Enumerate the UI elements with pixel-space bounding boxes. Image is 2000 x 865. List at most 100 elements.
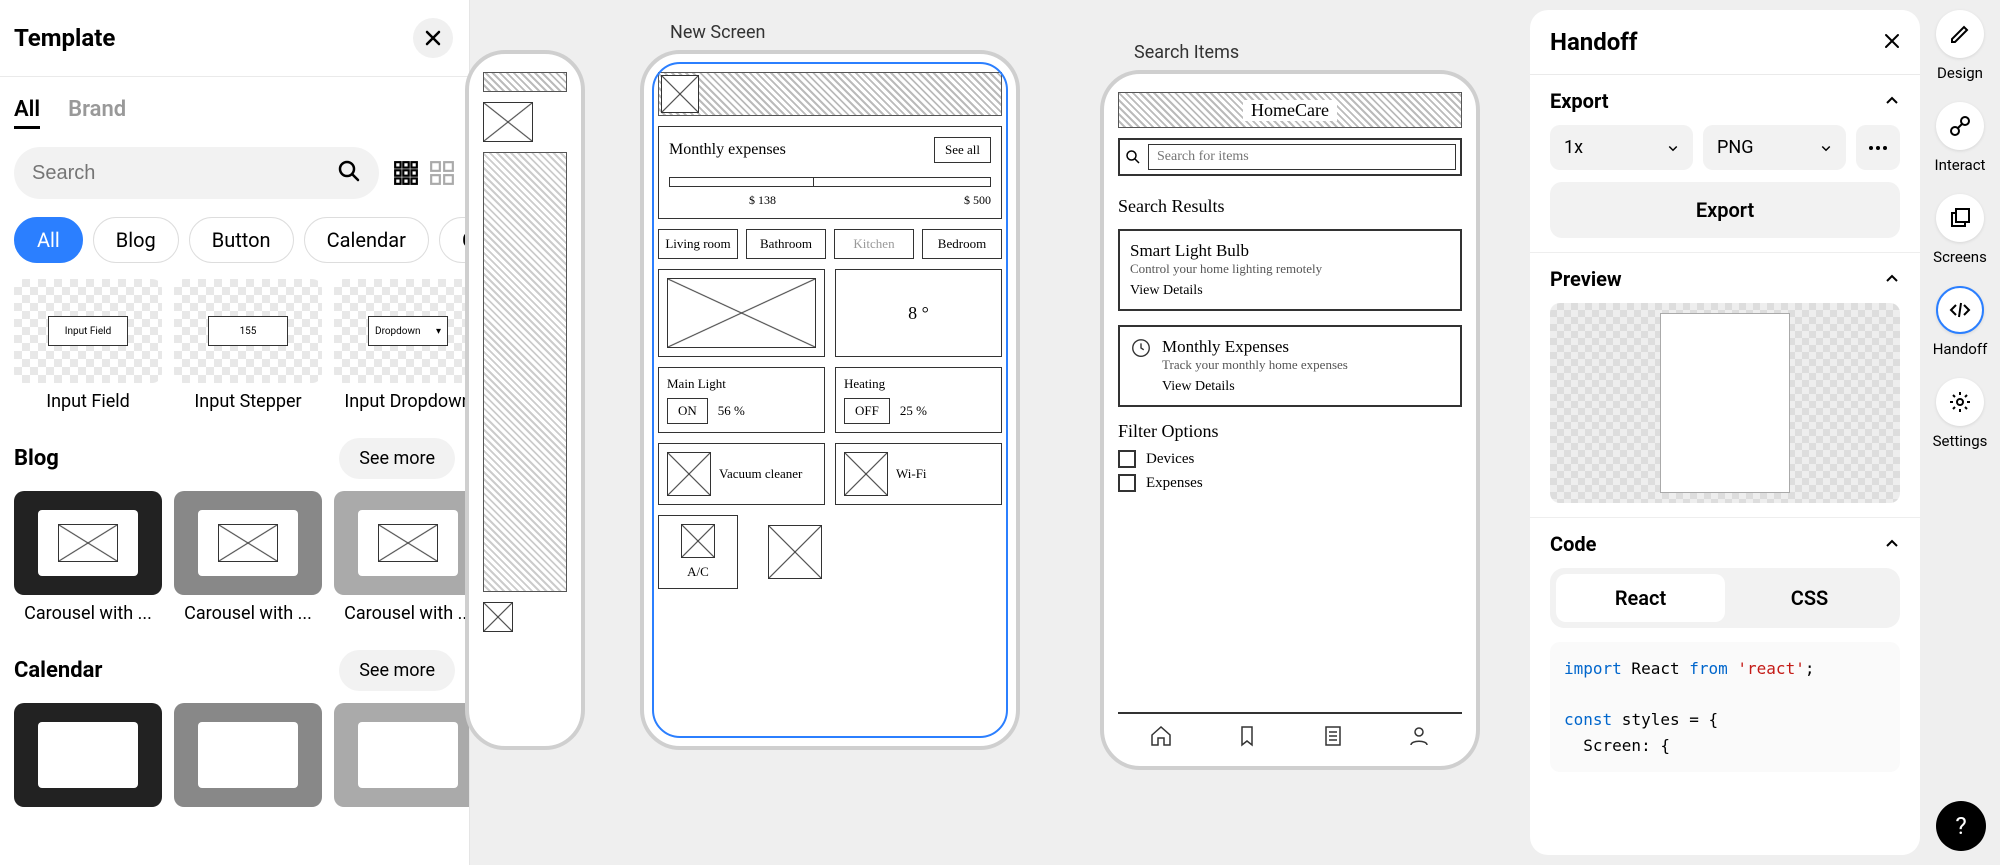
toolbar-settings[interactable]: Settings <box>1933 378 1988 450</box>
view-toggles <box>393 160 455 186</box>
see-more-calendar[interactable]: See more <box>339 650 455 691</box>
off-button[interactable]: OFF <box>844 398 890 424</box>
grid-large-icon[interactable] <box>429 160 455 186</box>
help-button[interactable]: ? <box>1936 801 1986 851</box>
template-input-stepper[interactable]: 155 Input Stepper <box>174 279 322 412</box>
chevron-up-icon[interactable] <box>1884 93 1900 109</box>
tile-temp[interactable]: 8 ° <box>835 269 1002 357</box>
template-input-field[interactable]: Input Field Input Field <box>14 279 162 412</box>
tab-bedroom[interactable]: Bedroom <box>922 229 1002 259</box>
tile-vacuum[interactable]: Vacuum cleaner <box>658 443 825 505</box>
result-2[interactable]: Monthly Expenses Track your monthly home… <box>1118 325 1462 407</box>
search-field[interactable] <box>1148 144 1456 170</box>
tile-image[interactable] <box>658 269 825 357</box>
tab-living[interactable]: Living room <box>658 229 738 259</box>
checkbox-icon[interactable] <box>1118 474 1136 492</box>
preview-title: Preview <box>1550 267 1622 291</box>
template-calendar-1[interactable] <box>14 703 162 807</box>
search-input-wrap[interactable] <box>14 147 379 199</box>
tab-all[interactable]: All <box>14 97 40 129</box>
tab-brand[interactable]: Brand <box>68 97 126 129</box>
tile-wifi[interactable]: Wi-Fi <box>835 443 1002 505</box>
search-input[interactable] <box>32 162 337 185</box>
value-1: $ 138 <box>749 193 776 208</box>
close-button[interactable] <box>413 18 453 58</box>
list-icon[interactable] <box>1321 724 1345 748</box>
tile-title: Heating <box>844 376 993 392</box>
chip-all[interactable]: All <box>14 217 83 263</box>
chevron-down-icon <box>1667 142 1679 154</box>
toolbar-interact[interactable]: Interact <box>1935 102 1986 174</box>
scale-select[interactable]: 1x <box>1550 125 1693 170</box>
tile-main-light[interactable]: Main Light ON 56 % <box>658 367 825 433</box>
on-button[interactable]: ON <box>667 398 708 424</box>
template-calendar-2[interactable] <box>174 703 322 807</box>
search-icon <box>1124 148 1142 166</box>
handoff-close[interactable] <box>1884 30 1900 54</box>
phone-search-items[interactable]: HomeCare Search Results Smart Light Bulb… <box>1100 70 1480 770</box>
close-icon <box>425 30 441 46</box>
screens-icon <box>1948 206 1972 230</box>
toolbar-screens[interactable]: Screens <box>1933 194 1987 266</box>
preview-section: Preview <box>1530 253 1920 518</box>
code-block[interactable]: import React from 'react'; const styles … <box>1550 642 1900 772</box>
tab-react[interactable]: React <box>1556 574 1725 622</box>
tile-ac[interactable]: A/C <box>658 515 738 589</box>
close-icon <box>1884 33 1900 49</box>
checkbox-icon[interactable] <box>1118 450 1136 468</box>
code-title: Code <box>1550 532 1596 556</box>
template-carousel-1[interactable]: Carousel with ... <box>14 491 162 624</box>
thumb-text: 155 <box>208 316 288 346</box>
chevron-up-icon[interactable] <box>1884 536 1900 552</box>
search-bar[interactable] <box>1118 138 1462 176</box>
tile-label: Vacuum cleaner <box>719 466 802 482</box>
more-button[interactable] <box>1856 125 1900 170</box>
export-button[interactable]: Export <box>1550 182 1900 238</box>
chevron-up-icon[interactable] <box>1884 271 1900 287</box>
template-calendar-3[interactable] <box>334 703 469 807</box>
tab-css[interactable]: CSS <box>1725 574 1894 622</box>
template-input-dropdown[interactable]: Dropdown▾ Input Dropdown <box>334 279 469 412</box>
tab-kitchen[interactable]: Kitchen <box>834 229 914 259</box>
result-1[interactable]: Smart Light Bulb Control your home light… <box>1118 229 1462 311</box>
chip-calendar[interactable]: Calendar <box>304 217 429 263</box>
see-more-blog[interactable]: See more <box>339 438 455 479</box>
result-title: Monthly Expenses <box>1162 337 1450 357</box>
handoff-panel: Handoff Export 1x PNG Export Preview <box>1530 10 1920 855</box>
home-icon[interactable] <box>1149 724 1173 748</box>
chip-blog[interactable]: Blog <box>93 217 179 263</box>
preview-image <box>1550 303 1900 503</box>
tab-bathroom[interactable]: Bathroom <box>746 229 826 259</box>
template-carousel-3[interactable]: Carousel with ... <box>334 491 469 624</box>
filter-devices[interactable]: Devices <box>1118 450 1462 468</box>
see-all-button[interactable]: See all <box>934 137 991 163</box>
room-tabs: Living room Bathroom Kitchen Bedroom <box>658 229 1002 259</box>
wf-card-title: Monthly expenses <box>669 141 786 159</box>
screen-label-1[interactable]: New Screen <box>670 22 765 43</box>
floating-xbox[interactable] <box>768 525 822 579</box>
tile-heating[interactable]: Heating OFF 25 % <box>835 367 1002 433</box>
user-icon[interactable] <box>1407 724 1431 748</box>
bookmark-icon[interactable] <box>1235 724 1259 748</box>
template-label: Carousel with ... <box>174 603 322 624</box>
grid-small-icon[interactable] <box>393 160 419 186</box>
template-carousel-2[interactable]: Carousel with ... <box>174 491 322 624</box>
filter-chips: All Blog Button Calendar Co <box>0 213 469 279</box>
result-link[interactable]: View Details <box>1130 283 1450 299</box>
result-desc: Track your monthly home expenses <box>1162 357 1450 373</box>
format-select[interactable]: PNG <box>1703 125 1846 170</box>
toolbar-design[interactable]: Design <box>1936 10 1984 82</box>
phone-new-screen[interactable]: Monthly expenses See all $ 138 $ 500 Liv… <box>640 50 1020 750</box>
search-row <box>0 143 469 213</box>
app-title: HomeCare <box>1243 100 1337 121</box>
toolbar-label: Settings <box>1933 432 1988 450</box>
template-label: Carousel with ... <box>334 603 469 624</box>
chip-button[interactable]: Button <box>189 217 294 263</box>
toolbar-handoff[interactable]: Handoff <box>1933 286 1988 358</box>
filter-expenses[interactable]: Expenses <box>1118 474 1462 492</box>
pencil-icon <box>1948 22 1972 46</box>
phone-partial[interactable] <box>465 50 585 750</box>
template-label: Input Field <box>14 391 162 412</box>
screen-label-2[interactable]: Search Items <box>1134 42 1239 63</box>
result-link[interactable]: View Details <box>1162 379 1450 395</box>
